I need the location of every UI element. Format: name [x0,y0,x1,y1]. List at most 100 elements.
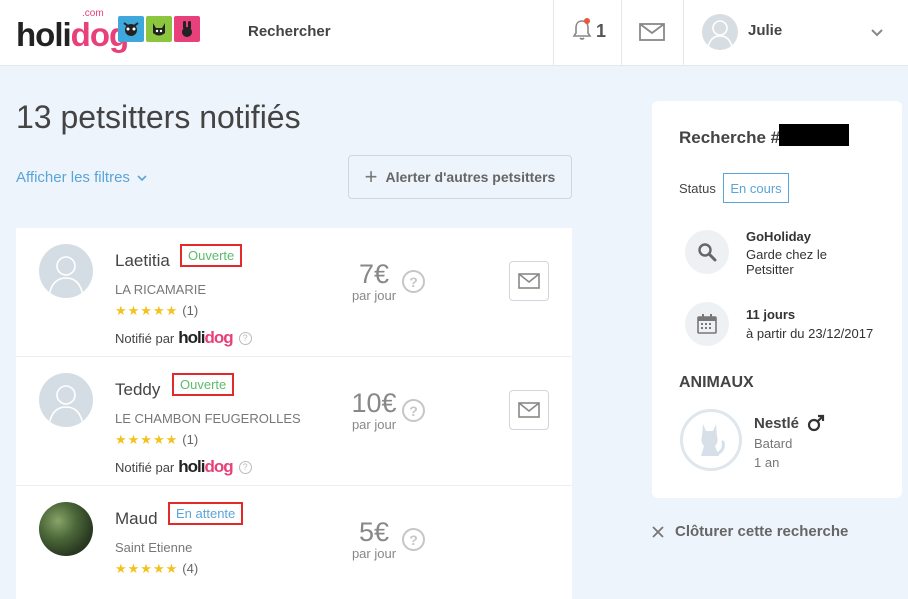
male-icon [807,414,825,432]
price: 7€ [358,259,390,289]
price: 10€ [351,388,397,418]
service-desc-line: Garde chez le [746,247,827,262]
search-icon [685,230,729,274]
user-name[interactable]: Julie [748,22,782,39]
plus-icon: + [364,164,378,189]
petsitter-name[interactable]: Teddy [115,380,160,400]
holidog-mini-logo: holidog [178,457,233,477]
avatar[interactable] [39,502,93,556]
petsitter-list: Laetitia Ouverte LA RICAMARIE ★★★★★ (1) N… [16,228,572,599]
alert-button-label: Alerter d'autres petsitters [385,169,556,185]
duration: 11 jours [746,307,796,322]
close-icon [652,525,664,538]
logo-com: .com [82,8,104,19]
stars-icon: ★★★★★ [115,432,179,447]
price-unit: par jour [351,417,397,432]
search-summary-panel: Recherche # Status En cours GoHoliday Ga… [652,101,902,498]
message-button[interactable] [509,390,549,430]
logo-animal-tiles [118,16,200,42]
status-badge: Ouverte [172,373,235,396]
help-icon[interactable]: ? [238,331,252,345]
pet-avatar[interactable] [680,409,742,471]
status-badge: En cours [723,173,789,203]
cat-tile-icon [146,16,172,42]
top-header: holidog .com Rechercher 1 Julie [0,0,908,66]
petsitter-name[interactable]: Maud [115,509,158,529]
review-count: (1) [182,303,199,318]
messages-button[interactable] [638,21,666,48]
pet-age: 1 an [754,455,780,470]
mail-icon [518,402,540,418]
header-divider [553,0,554,65]
service-desc-line: Petsitter [746,262,794,277]
service-title: GoHoliday [746,229,812,244]
status-label: Status [679,181,716,196]
help-icon[interactable]: ? [238,460,252,474]
stars-icon: ★★★★★ [115,303,179,318]
review-count: (4) [182,561,199,576]
notified-by-label: Notifié par [115,330,175,346]
notification-count: 1 [596,21,607,41]
help-icon[interactable]: ? [402,528,425,551]
user-avatar[interactable] [702,14,738,50]
service-desc: Garde chez le Petsitter [746,247,827,277]
search-title: Recherche # [679,128,781,147]
petsitter-row[interactable]: Teddy Ouverte LE CHAMBON FEUGEROLLES ★★★… [16,357,572,486]
header-divider [683,0,684,65]
review-count: (1) [182,432,199,447]
pet-name-label: Nestlé [754,414,800,432]
message-button[interactable] [509,261,549,301]
help-icon[interactable]: ? [402,399,425,422]
petsitter-city: LE CHAMBON FEUGEROLLES [115,411,301,426]
rating-stars: ★★★★★ (1) [115,303,198,319]
status-badge: Ouverte [180,244,243,267]
petsitter-city: Saint Etienne [115,540,193,555]
close-search-label: Clôturer cette recherche [675,523,849,540]
price-unit: par jour [351,546,397,561]
pet-name[interactable]: Nestlé [754,414,825,432]
stars-icon: ★★★★★ [115,561,179,576]
show-filters-toggle[interactable]: Afficher les filtres [16,169,148,186]
show-filters-label: Afficher les filtres [16,169,130,186]
price: 5€ [358,517,390,547]
alert-other-petsitters-button[interactable]: + Alerter d'autres petsitters [348,155,572,199]
avatar[interactable] [39,244,93,298]
user-placeholder-icon [707,20,733,49]
chevron-down-icon[interactable] [870,25,884,43]
mini-logo-accent: dog [204,457,233,476]
price-unit: par jour [351,288,397,303]
nav-search-link[interactable]: Rechercher [248,23,331,40]
logo-text-main: holi [16,16,72,53]
start-date: à partir du 23/12/2017 [746,326,874,341]
notified-by-label: Notifié par [115,459,175,475]
petsitter-row[interactable]: Maud En attente Saint Etienne ★★★★★ (4) 5… [16,486,572,599]
redacted-search-id [779,124,849,146]
mini-logo-main: holi [178,457,205,476]
avatar[interactable] [39,373,93,427]
notification-dot [584,18,590,24]
holidog-logo[interactable]: holidog .com [16,8,206,53]
calendar-icon [685,302,729,346]
user-placeholder-icon [48,256,84,297]
mini-logo-accent: dog [204,328,233,347]
status-badge: En attente [168,502,244,525]
close-search-button[interactable]: Clôturer cette recherche [651,523,848,540]
animals-heading: ANIMAUX [679,374,754,391]
page-title: 13 petsitters notifiés [16,99,301,135]
mini-logo-main: holi [178,328,205,347]
mail-icon [639,23,665,41]
petsitter-name[interactable]: Laetitia [115,251,170,271]
rating-stars: ★★★★★ (4) [115,561,198,577]
help-icon[interactable]: ? [402,270,425,293]
mail-icon [518,273,540,289]
notified-by: Notifié par holidog ? [115,328,252,348]
rabbit-tile-icon [174,16,200,42]
dog-tile-icon [118,16,144,42]
notified-by: Notifié par holidog ? [115,457,252,477]
petsitter-row[interactable]: Laetitia Ouverte LA RICAMARIE ★★★★★ (1) N… [16,228,572,357]
cat-icon [701,424,725,456]
petsitter-city: LA RICAMARIE [115,282,207,297]
user-placeholder-icon [48,385,84,426]
chevron-down-icon [137,174,147,181]
holidog-mini-logo: holidog [178,328,233,348]
